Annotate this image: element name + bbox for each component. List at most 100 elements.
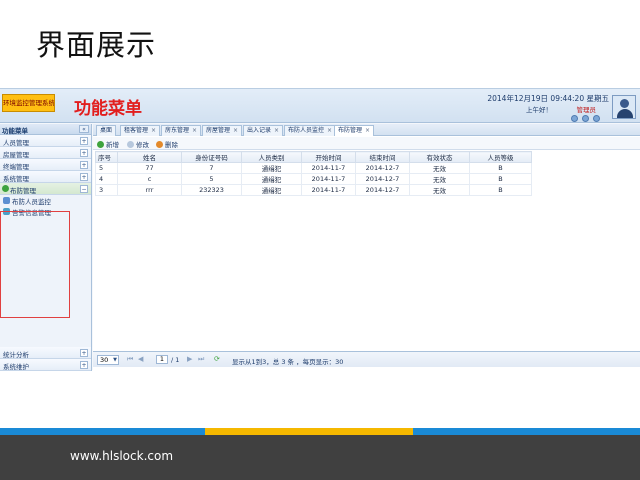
table-cell: 5 bbox=[95, 162, 118, 174]
tab-bar: 桌面 租客管理 × 房东管理 × 房屋管理 × 出入记录 × 布防人员监控 × 布防管理 × bbox=[93, 124, 640, 136]
menu-highlight-box bbox=[0, 211, 70, 318]
table-row[interactable]: 3 rrr 232323 通缉犯 2014-11-7 2014-12-7 无效 … bbox=[95, 184, 532, 196]
user-icon bbox=[620, 99, 629, 108]
sidebar-group-statistics[interactable]: 统计分析 + bbox=[0, 347, 91, 359]
table-cell: B bbox=[469, 184, 532, 196]
user-role-link[interactable]: 管理员 bbox=[577, 104, 597, 114]
app-logo: 环境监控管理系统 bbox=[2, 94, 55, 112]
logout-icon[interactable] bbox=[593, 115, 600, 122]
last-page-icon[interactable]: ⏭ bbox=[198, 355, 204, 364]
column-header[interactable]: 有效状态 bbox=[409, 151, 470, 163]
close-icon[interactable]: × bbox=[274, 126, 279, 136]
delete-icon bbox=[156, 141, 163, 148]
column-header[interactable]: 身份证号码 bbox=[181, 151, 242, 163]
column-header[interactable]: 人员类别 bbox=[241, 151, 302, 163]
table-row[interactable]: 5 77 7 通缉犯 2014-11-7 2014-12-7 无效 B bbox=[95, 162, 532, 174]
sidebar-group-housing[interactable]: 房屋管理 + bbox=[0, 147, 91, 159]
header-icons bbox=[571, 115, 600, 122]
first-page-icon[interactable]: ⏮ bbox=[127, 355, 133, 364]
sidebar-group-maintenance[interactable]: 系统维护 + bbox=[0, 359, 91, 371]
footer-url[interactable]: www.hlslock.com bbox=[70, 449, 173, 463]
app-window: 环境监控管理系统 功能菜单 2014年12月19日 09:44:20 星期五 上… bbox=[0, 88, 640, 371]
table-cell: B bbox=[469, 162, 532, 174]
table-cell: 无效 bbox=[409, 173, 470, 185]
pagination-summary: 显示从1到3，总 3 条 ，每页显示：30 bbox=[232, 358, 344, 366]
menu-annotation: 功能菜单 bbox=[74, 99, 142, 119]
collapse-sidebar-button[interactable]: « bbox=[79, 125, 89, 133]
close-icon[interactable]: × bbox=[192, 126, 197, 136]
data-table: 序号 姓名 身份证号码 人员类别 开始时间 结束时间 有效状态 人员等级 5 7… bbox=[95, 151, 532, 196]
edit-button[interactable]: 修改 bbox=[127, 139, 149, 149]
prev-page-icon[interactable]: ◀ bbox=[138, 355, 143, 363]
expand-icon[interactable]: + bbox=[80, 149, 88, 157]
table-cell: 2014-11-7 bbox=[301, 162, 356, 174]
tab-desktop[interactable]: 桌面 bbox=[96, 125, 117, 136]
settings-icon[interactable] bbox=[582, 115, 589, 122]
table-cell: 无效 bbox=[409, 184, 470, 196]
table-cell: 无效 bbox=[409, 162, 470, 174]
table-cell: 2014-11-7 bbox=[301, 173, 356, 185]
sidebar-group-terminal[interactable]: 终端管理 + bbox=[0, 159, 91, 171]
close-icon[interactable]: × bbox=[151, 126, 156, 136]
table-cell: 232323 bbox=[181, 184, 242, 196]
table-cell: 77 bbox=[117, 162, 182, 174]
page-total: / 1 bbox=[171, 356, 180, 364]
table-header-row: 序号 姓名 身份证号码 人员类别 开始时间 结束时间 有效状态 人员等级 bbox=[95, 151, 532, 163]
expand-icon[interactable]: + bbox=[80, 161, 88, 169]
sidebar-group-system[interactable]: 系统管理 + bbox=[0, 171, 91, 183]
expand-icon[interactable]: + bbox=[80, 137, 88, 145]
column-header[interactable]: 序号 bbox=[95, 151, 118, 163]
close-icon[interactable]: × bbox=[365, 126, 370, 136]
tab-defense[interactable]: 布防管理 × bbox=[334, 125, 375, 136]
avatar[interactable] bbox=[612, 95, 636, 119]
column-header[interactable]: 姓名 bbox=[117, 151, 182, 163]
table-cell: rrr bbox=[117, 184, 182, 196]
sidebar-group-personnel[interactable]: 人员管理 + bbox=[0, 135, 91, 147]
sidebar-group-defense[interactable]: 布防管理 − bbox=[0, 183, 91, 195]
table-cell: 通缉犯 bbox=[241, 184, 302, 196]
sidebar-item-defense-monitor[interactable]: 布防人员监控 bbox=[0, 195, 91, 206]
slide-title: 界面展示 bbox=[36, 28, 157, 62]
pagination-bar: 30 ▼ ⏮ ◀ 1 / 1 ▶ ⏭ ⟳ 显示从1到3，总 3 条 ，每页显示：3… bbox=[93, 351, 640, 367]
home-icon[interactable] bbox=[571, 115, 578, 122]
collapse-icon[interactable]: − bbox=[80, 185, 88, 193]
tab-housing[interactable]: 房屋管理 × bbox=[202, 125, 243, 136]
table-cell: 2014-11-7 bbox=[301, 184, 356, 196]
app-header: 环境监控管理系统 功能菜单 2014年12月19日 09:44:20 星期五 上… bbox=[0, 89, 640, 123]
expand-icon[interactable]: + bbox=[80, 361, 88, 369]
tab-tenant[interactable]: 租客管理 × bbox=[120, 125, 161, 136]
page-size-select[interactable]: 30 ▼ bbox=[97, 355, 119, 365]
footer-stripe-blue bbox=[413, 428, 640, 435]
table-cell: 2014-12-7 bbox=[355, 184, 410, 196]
table-row[interactable]: 4 c 5 通缉犯 2014-11-7 2014-12-7 无效 B bbox=[95, 173, 532, 185]
person-icon bbox=[3, 197, 10, 204]
page-number-input[interactable]: 1 bbox=[156, 355, 168, 364]
next-page-icon[interactable]: ▶ bbox=[187, 355, 192, 363]
tab-access-log[interactable]: 出入记录 × bbox=[243, 125, 284, 136]
tab-landlord[interactable]: 房东管理 × bbox=[161, 125, 202, 136]
close-icon[interactable]: × bbox=[233, 126, 238, 136]
toolbar: 新增 修改 删除 bbox=[93, 137, 640, 150]
close-icon[interactable]: × bbox=[327, 126, 332, 136]
table-cell: 2014-12-7 bbox=[355, 162, 410, 174]
sidebar-header: 功能菜单 « bbox=[0, 124, 91, 135]
expand-icon[interactable]: + bbox=[80, 349, 88, 357]
refresh-icon[interactable]: ⟳ bbox=[214, 355, 220, 363]
column-header[interactable]: 人员等级 bbox=[469, 151, 532, 163]
chevron-down-icon: ▼ bbox=[113, 357, 117, 363]
table-cell: 2014-12-7 bbox=[355, 173, 410, 185]
expand-icon[interactable]: + bbox=[80, 173, 88, 181]
datetime-display: 2014年12月19日 09:44:20 星期五 bbox=[487, 94, 609, 103]
column-header[interactable]: 结束时间 bbox=[355, 151, 410, 163]
tab-defense-monitor[interactable]: 布防人员监控 × bbox=[284, 125, 337, 136]
table-cell: 4 bbox=[95, 173, 118, 185]
table-cell: 7 bbox=[181, 162, 242, 174]
add-button[interactable]: 新增 bbox=[97, 139, 119, 149]
edit-icon bbox=[127, 141, 134, 148]
column-header[interactable]: 开始时间 bbox=[301, 151, 356, 163]
delete-button[interactable]: 删除 bbox=[156, 139, 178, 149]
table-cell: 3 bbox=[95, 184, 118, 196]
main-panel: 桌面 租客管理 × 房东管理 × 房屋管理 × 出入记录 × 布防人员监控 × 布防管理 ×… bbox=[93, 124, 640, 371]
add-icon bbox=[97, 141, 104, 148]
footer-stripe-yellow bbox=[205, 428, 413, 435]
